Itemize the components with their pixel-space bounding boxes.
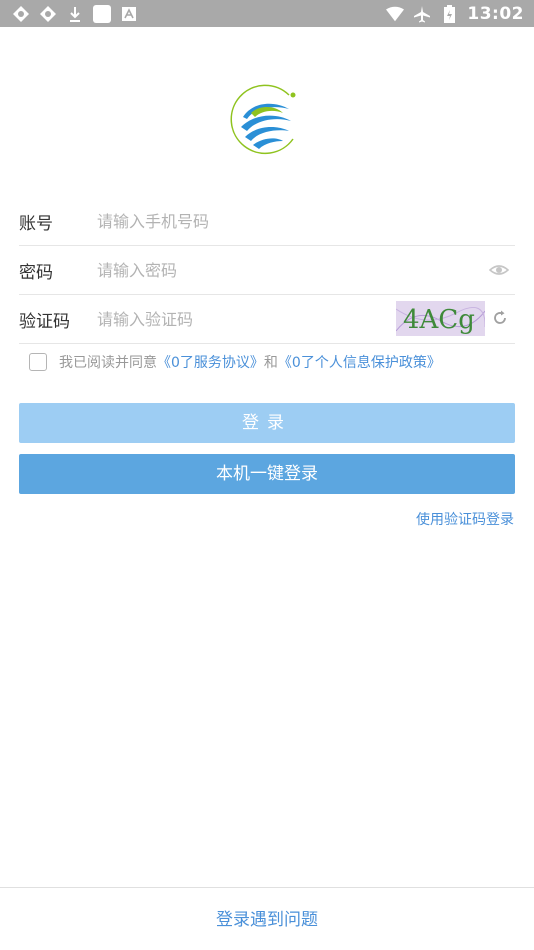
service-agreement-link[interactable]: 《0了服务协议》 [157,352,264,372]
status-bar-right: 13:02 [386,4,524,24]
status-bar: 13:02 [0,0,534,27]
password-row: 密码 [19,246,515,295]
agreement-conjunction: 和 [263,355,278,371]
captcha-label: 验证码 [19,311,70,332]
sync-icon [12,5,30,23]
sync-icon [39,5,57,23]
password-input[interactable] [97,255,515,285]
notification-square-icon [93,4,111,23]
status-bar-left [12,4,138,23]
privacy-policy-link[interactable]: 《0了个人信息保护政策》 [278,352,441,372]
font-a-icon [120,5,138,23]
login-button[interactable]: 登录 [19,403,515,443]
login-help-link[interactable]: 登录遇到问题 [0,905,534,930]
onekey-login-button[interactable]: 本机一键登录 [19,454,515,494]
wifi-icon [386,5,405,23]
status-time: 13:02 [467,3,524,24]
agreement-checkbox[interactable] [29,353,47,371]
download-icon [66,5,84,23]
captcha-image[interactable]: 4ACg [396,301,485,336]
captcha-text: 4ACg [403,305,475,335]
divider [0,887,534,888]
password-label: 密码 [19,262,53,283]
account-label: 账号 [19,213,53,234]
captcha-row: 验证码 4ACg [19,295,515,344]
agreement: 我已阅读并同意 《0了服务协议》 和 《0了个人信息保护政策》 [29,352,441,372]
agreement-prefix: 我已阅读并同意 [59,355,157,371]
refresh-icon[interactable] [491,309,509,327]
battery-icon [440,4,458,23]
china-mobile-logo-icon [229,83,301,161]
account-input[interactable] [97,206,515,236]
login-form: 账号 密码 验证码 4ACg [19,197,515,344]
sms-login-link[interactable]: 使用验证码登录 [416,509,514,529]
account-row: 账号 [19,197,515,246]
eye-icon[interactable] [488,261,510,279]
airplane-icon [413,5,431,23]
